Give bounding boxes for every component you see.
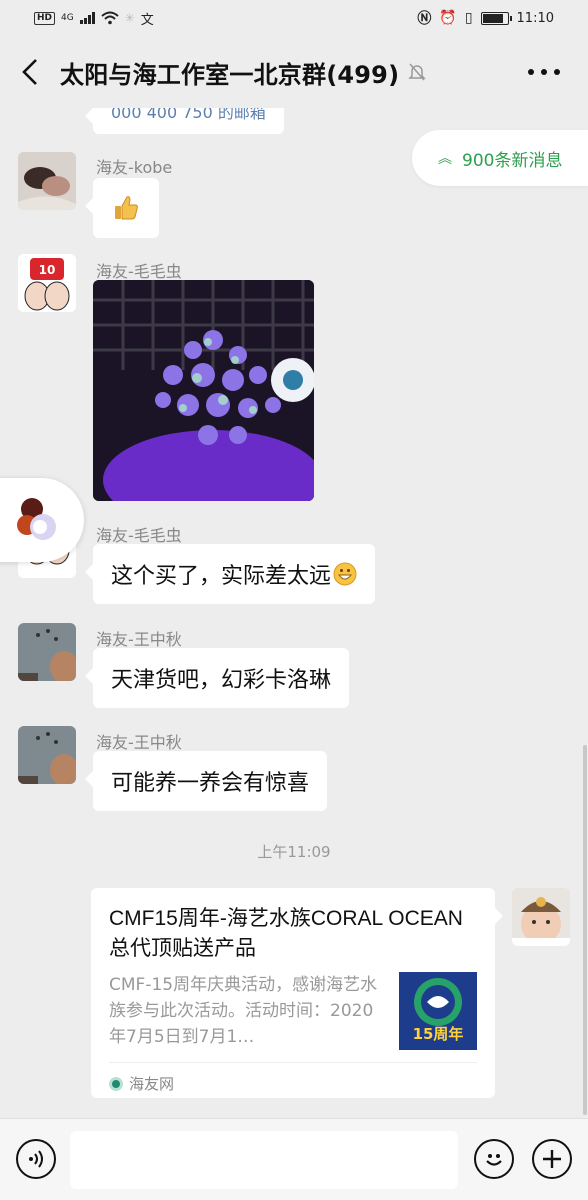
status-bar: HD 4G ✳ 文 Ⓝ ⏰ ▯ 11:10 xyxy=(0,0,588,36)
chat-title[interactable]: 太阳与海工作室一北京群(499) xyxy=(60,55,399,90)
thumbs-up-icon xyxy=(115,196,138,220)
new-messages-label: 900条新消息 xyxy=(462,150,563,171)
image-message[interactable] xyxy=(93,280,314,501)
voice-button[interactable] xyxy=(16,1139,56,1179)
sender-name: 海友-王中秋 xyxy=(96,630,182,649)
more-icon xyxy=(528,69,534,75)
emoji-icon xyxy=(486,1154,502,1166)
emoji-button[interactable] xyxy=(474,1139,514,1179)
message-input[interactable] xyxy=(70,1131,458,1189)
scrollbar[interactable] xyxy=(583,745,587,1115)
message-bubble[interactable]: 这个买了，实际差太远 xyxy=(84,544,376,604)
double-chevron-up-icon: ︽ xyxy=(438,151,452,167)
signal-icon xyxy=(79,12,95,24)
avatar[interactable] xyxy=(18,726,76,784)
hd-indicator: HD xyxy=(34,11,56,25)
message-list[interactable]: 000 400 750 的邮箱 ︽ 900条新消息 海友-kobe 10 海友-… xyxy=(0,108,588,1118)
sender-name: 海友-kobe xyxy=(96,158,173,177)
network-type: 4G xyxy=(61,13,74,23)
message-bubble[interactable]: 可能养一养会有惊喜 xyxy=(84,751,328,811)
message-bubble[interactable] xyxy=(85,178,159,238)
partial-message-text: 000 400 750 的邮箱 xyxy=(111,108,266,122)
avatar[interactable] xyxy=(18,623,76,681)
message-text: 可能养一养会有惊喜 xyxy=(111,771,310,796)
link-card[interactable]: CMF15周年-海艺水族CORAL OCEAN总代顶贴送产品 CMF-15周年庆… xyxy=(91,888,503,1098)
grin-emoji-icon xyxy=(333,562,357,586)
battery-icon xyxy=(480,11,512,25)
link-card-description: CMF-15周年庆典活动，感谢海艺水族参与此次活动。活动时间：2020年7月5日… xyxy=(109,975,378,1047)
back-arrow-icon xyxy=(22,59,37,85)
notification-icon: ✳ xyxy=(124,11,135,25)
nfc-icon: Ⓝ xyxy=(417,11,432,27)
link-card-thumb-label: 15周年 xyxy=(412,1025,464,1043)
my-avatar[interactable] xyxy=(512,888,570,946)
avatar[interactable] xyxy=(18,152,76,210)
plus-icon xyxy=(543,1150,561,1168)
plus-button[interactable] xyxy=(532,1139,572,1179)
link-card-title: CMF15周年-海艺水族CORAL OCEAN总代顶贴送产品 xyxy=(109,907,463,960)
message-timestamp: 上午11:09 xyxy=(257,843,331,861)
sender-name: 海友-毛毛虫 xyxy=(96,526,182,545)
more-button[interactable] xyxy=(528,60,560,84)
app-notification-icon: 文 xyxy=(140,12,154,28)
partial-message-bubble[interactable]: 000 400 750 的邮箱 xyxy=(85,108,284,134)
floating-bubble-icon xyxy=(17,498,56,540)
message-text: 天津货吧，幻彩卡洛琳 xyxy=(111,668,332,693)
wifi-icon xyxy=(101,11,119,25)
new-messages-button[interactable]: ︽ 900条新消息 xyxy=(412,130,588,186)
message-bubble[interactable]: 天津货吧，幻彩卡洛琳 xyxy=(84,648,350,708)
mute-bell-icon xyxy=(408,63,427,81)
link-card-source: 海友网 xyxy=(129,1075,175,1093)
message-text: 这个买了，实际差太远 xyxy=(111,564,332,589)
clock: 11:10 xyxy=(516,10,554,26)
avatar[interactable]: 10 xyxy=(18,254,76,312)
source-logo-icon xyxy=(109,1076,123,1091)
alarm-icon: ⏰ xyxy=(439,10,457,26)
svg-text:10: 10 xyxy=(39,263,56,277)
sender-name: 海友-毛毛虫 xyxy=(96,262,182,281)
back-button[interactable] xyxy=(0,36,60,108)
voice-icon xyxy=(29,1150,43,1168)
floating-window-button[interactable] xyxy=(0,478,84,562)
chat-header: 太阳与海工作室一北京群(499) xyxy=(0,36,588,108)
link-card-thumbnail: 15周年 xyxy=(399,972,477,1050)
input-bar xyxy=(0,1118,588,1200)
sender-name: 海友-王中秋 xyxy=(96,733,182,752)
vibrate-icon: ▯ xyxy=(464,10,473,26)
